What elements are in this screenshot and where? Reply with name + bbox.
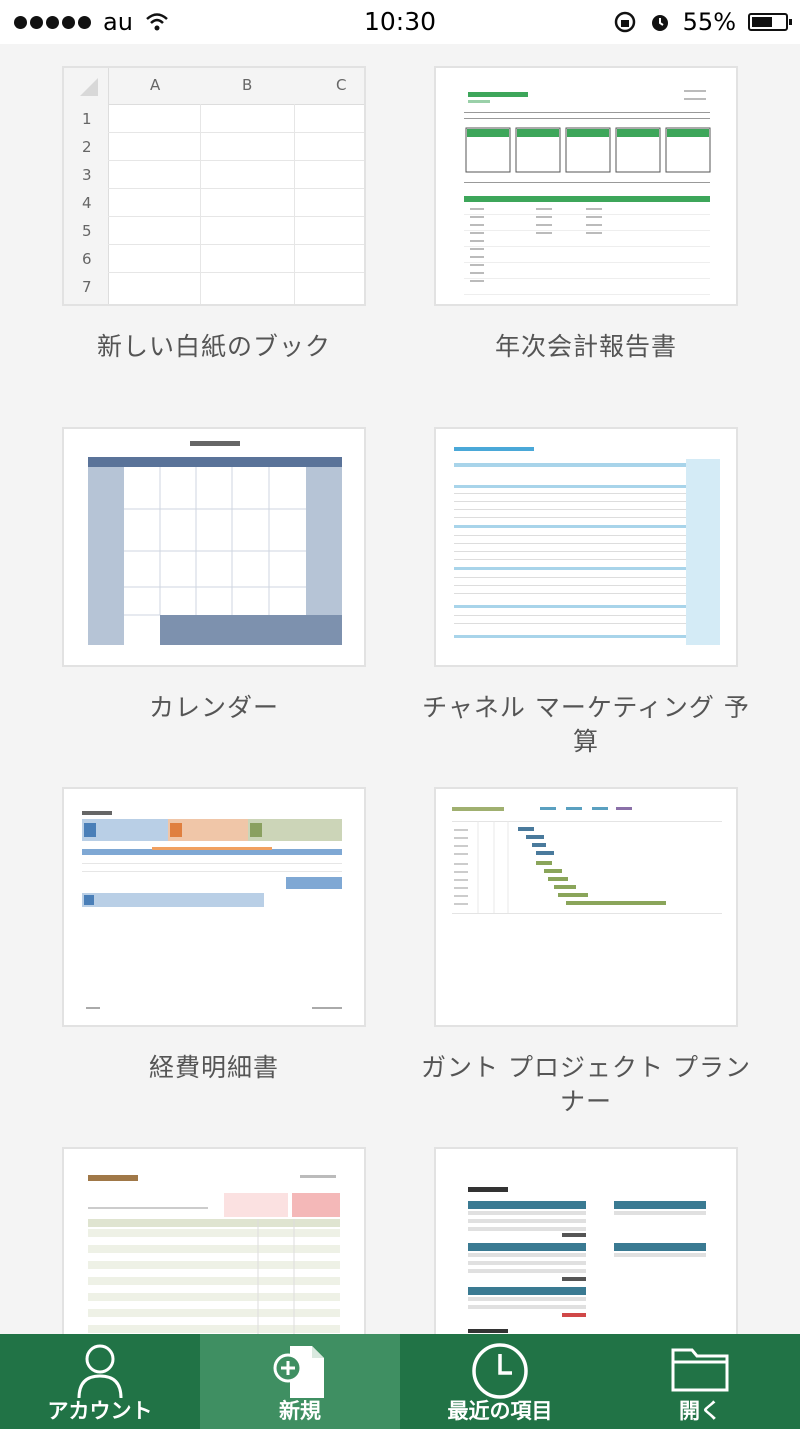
folder-icon	[671, 1348, 729, 1392]
status-bar: au 10:30 55%	[0, 0, 800, 44]
tab-label: 開く	[679, 1399, 721, 1423]
tab-label: アカウント	[47, 1399, 153, 1423]
template-thumbnail	[434, 1147, 738, 1334]
template-label: チャネル マーケティング 予算	[422, 693, 750, 756]
bottom-tab-bar: アカウント 新規 最近の項目 開く	[0, 1334, 800, 1429]
tab-open[interactable]: 開く	[600, 1334, 800, 1429]
tab-new[interactable]: 新規	[200, 1334, 400, 1429]
expense-preview	[82, 811, 342, 1009]
column-header: C	[336, 76, 347, 94]
column-header: B	[242, 76, 253, 94]
battery-percent: 55%	[682, 8, 736, 36]
template-label: カレンダー	[148, 693, 279, 722]
template-annual-financial-report[interactable]: 年次会計報告書	[434, 66, 738, 364]
alarm-icon	[651, 15, 668, 31]
row-header: 1	[82, 110, 92, 128]
template-channel-marketing-budget[interactable]: チャネル マーケティング 予算	[422, 427, 749, 759]
template-thumbnail	[434, 787, 738, 1027]
new-document-icon	[273, 1346, 324, 1398]
template-thumbnail	[62, 787, 366, 1027]
template-order-form[interactable]	[62, 1147, 366, 1334]
order-form-preview	[88, 1175, 340, 1334]
tab-label: 最近の項目	[447, 1399, 553, 1423]
template-label: 年次会計報告書	[494, 332, 677, 361]
row-header: 6	[82, 250, 92, 268]
tab-recent[interactable]: 最近の項目	[400, 1334, 600, 1429]
tab-label: 新規	[279, 1399, 321, 1423]
template-label: 新しい白紙のブック	[96, 332, 331, 361]
row-header: 2	[82, 138, 92, 156]
template-thumbnail	[62, 427, 366, 667]
template-calendar[interactable]: カレンダー	[62, 427, 366, 725]
template-thumbnail	[62, 1147, 366, 1334]
tab-account[interactable]: アカウント	[0, 1334, 200, 1429]
row-header: 5	[82, 222, 92, 240]
template-grid: A B C 1 2 3 4 5 6 7 新しい白紙のブック 年次会計報告書 カレ…	[0, 44, 800, 1334]
template-label: ガント プロジェクト プランナー	[421, 1053, 751, 1116]
calendar-preview	[88, 441, 342, 645]
template-label: 経費明細書	[148, 1053, 279, 1082]
budget-tracker-preview	[468, 1187, 706, 1333]
budget-preview	[454, 447, 720, 645]
column-header: A	[150, 76, 161, 94]
template-blank-workbook[interactable]: A B C 1 2 3 4 5 6 7 新しい白紙のブック	[62, 66, 366, 364]
clock-icon	[472, 1343, 528, 1399]
rotation-lock-icon	[614, 11, 635, 33]
person-icon	[77, 1344, 123, 1399]
report-preview	[464, 90, 711, 295]
template-expense-statement[interactable]: 経費明細書	[62, 787, 366, 1085]
template-budget-tracker[interactable]	[434, 1147, 738, 1334]
select-all-corner-icon	[80, 78, 98, 96]
battery-icon	[748, 13, 792, 31]
gantt-preview	[452, 807, 722, 914]
template-thumbnail: A B C 1 2 3 4 5 6 7	[62, 66, 366, 306]
row-header: 4	[82, 194, 92, 212]
row-header: 7	[82, 278, 92, 296]
row-header: 3	[82, 166, 92, 184]
template-gantt-project-planner[interactable]: ガント プロジェクト プランナー	[421, 787, 750, 1119]
template-thumbnail	[434, 66, 738, 306]
template-thumbnail	[434, 427, 738, 667]
